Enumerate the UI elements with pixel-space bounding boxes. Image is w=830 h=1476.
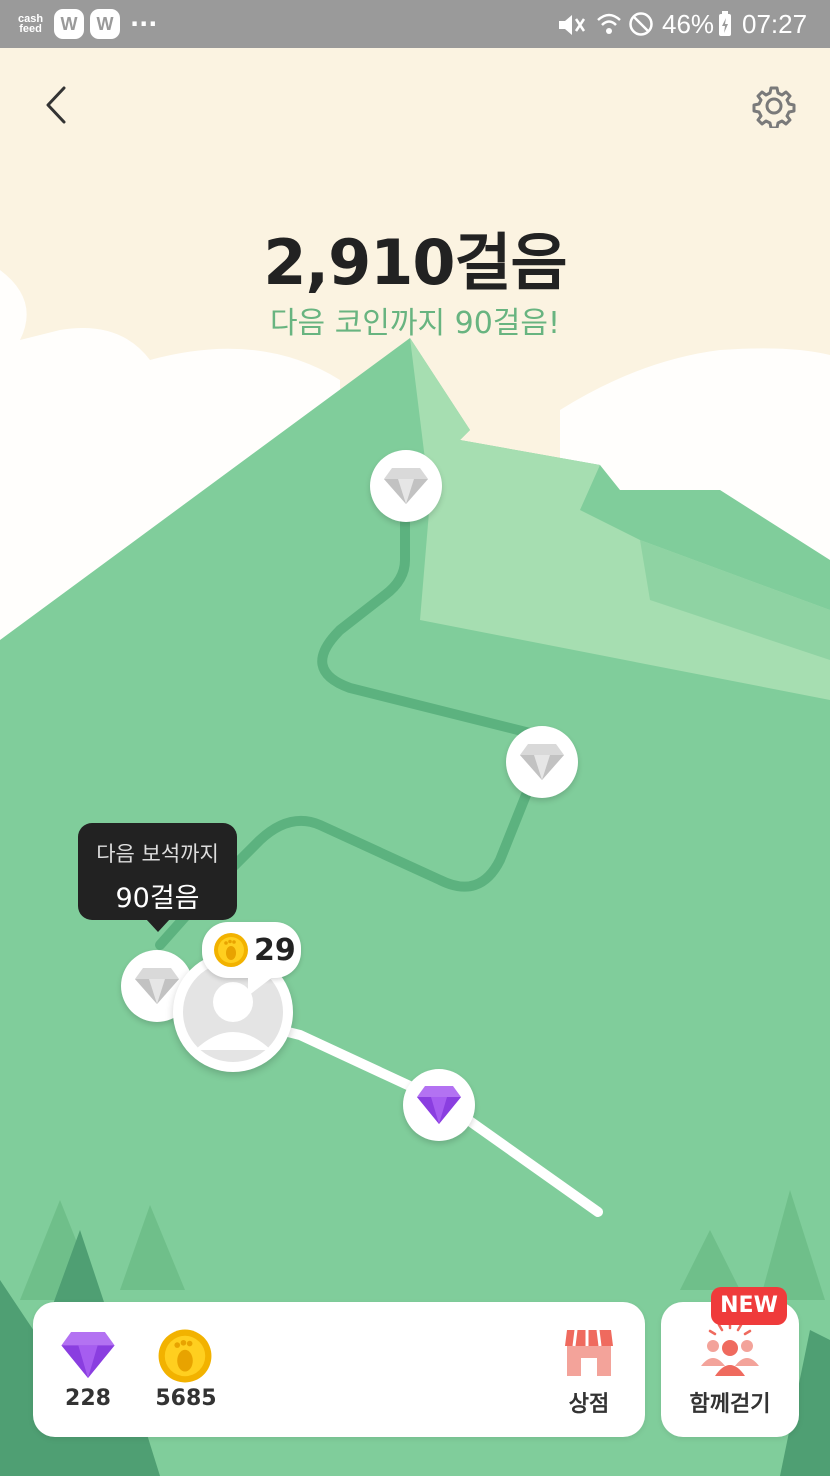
step-count: 2,910걸음	[263, 226, 567, 299]
gem-icon	[61, 1332, 115, 1378]
next-gem-tooltip: 다음 보석까지 90걸음	[78, 823, 237, 920]
gray-diamond-icon	[520, 744, 564, 780]
battery-level: 46%	[662, 9, 715, 39]
bubble-tail	[248, 976, 274, 996]
store-icon	[565, 1329, 613, 1376]
tooltip-steps: 90걸음	[115, 883, 200, 914]
shop-button[interactable]: 상점	[553, 1328, 625, 1428]
tooltip-arrow	[146, 919, 170, 932]
shop-label: 상점	[568, 1392, 610, 1417]
gem-node[interactable]	[370, 450, 442, 522]
next-coin-message: 다음 코인까지 90걸음!	[269, 306, 561, 341]
notification-icon: W	[54, 9, 84, 39]
wifi-icon	[597, 13, 621, 34]
more-notifications: ...	[130, 4, 158, 32]
cashfeed-logo: cash feed	[18, 13, 44, 35]
clock: 07:27	[742, 9, 808, 39]
coin-icon	[158, 1329, 212, 1383]
purple-diamond-icon	[417, 1086, 461, 1124]
group-people-icon	[701, 1320, 759, 1376]
battery-icon	[719, 11, 731, 36]
gray-diamond-icon	[384, 468, 428, 504]
coin-bubble[interactable]: 29	[202, 922, 301, 978]
gem-node[interactable]	[403, 1069, 475, 1141]
coin-balance: 5685	[155, 1386, 217, 1411]
gem-count: 228	[65, 1386, 111, 1411]
tooltip-label: 다음 보석까지	[96, 842, 219, 866]
settings-gear-icon[interactable]	[752, 84, 796, 128]
back-button[interactable]	[40, 84, 74, 126]
coin-icon	[214, 933, 248, 967]
walk-together-label: 함께걷기	[689, 1392, 771, 1417]
wallet-card: 228 5685 상점	[33, 1302, 645, 1437]
notification-icon: W	[90, 9, 120, 39]
gem-node[interactable]	[506, 726, 578, 798]
status-bar: cash feed W W ... 46% 07:27	[0, 0, 830, 48]
new-badge: NEW	[711, 1287, 787, 1325]
mute-icon	[559, 15, 586, 35]
do-not-disturb-icon	[629, 12, 653, 36]
coin-count: 29	[254, 932, 296, 968]
